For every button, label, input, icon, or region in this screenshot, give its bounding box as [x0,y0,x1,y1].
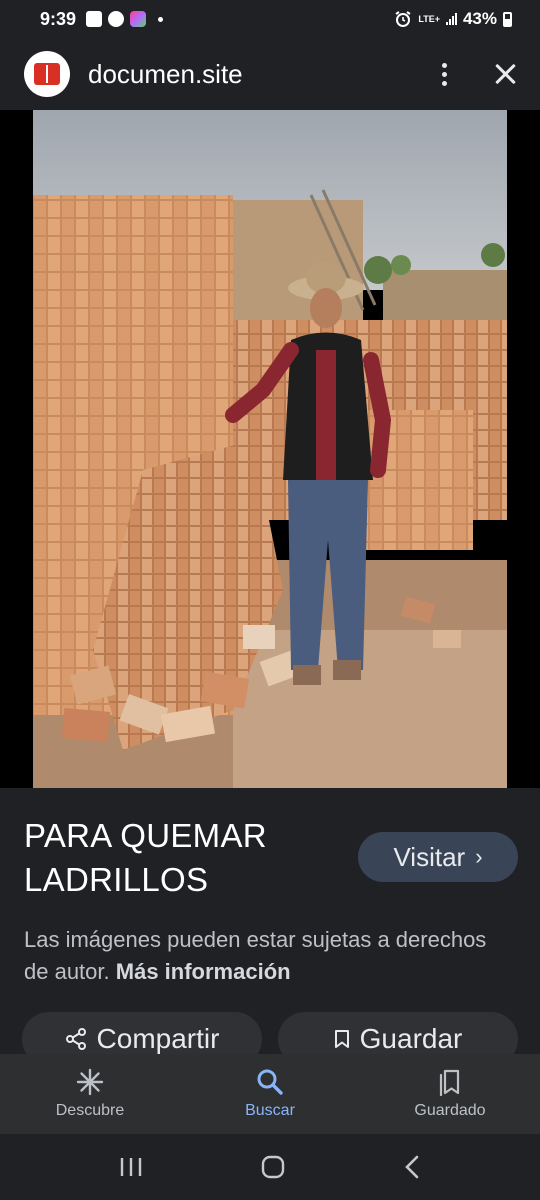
app-notification-icon [130,11,147,27]
more-notifications-icon [158,16,164,22]
more-options-icon[interactable] [434,62,454,86]
collections-icon [439,1069,460,1096]
nav-search-label: Buscar [245,1102,295,1119]
image-info-panel: PARA QUEMAR LADRILLOS Visitar › Las imág… [0,788,540,1066]
asterisk-icon [76,1068,104,1096]
visit-label: Visitar [393,841,466,872]
site-favicon [24,51,70,97]
gallery-icon [86,11,103,27]
battery-icon [503,11,512,27]
save-label: Guardar [359,1023,463,1054]
battery-percent: 43% [462,9,497,28]
alarm-icon [395,11,411,27]
network-type: LTE+ [418,13,440,24]
bookmark-icon [334,1030,349,1048]
whatsapp-icon [108,11,125,27]
nav-search[interactable]: Buscar [180,1054,360,1134]
status-time: 9:39 [40,8,77,29]
status-bar: 9:39 LTE+ 43% [0,0,540,38]
notification-icons [86,11,164,27]
home-icon[interactable] [261,1155,285,1179]
image-preview-area [0,110,540,876]
share-label: Compartir [96,1023,220,1054]
share-icon [65,1028,86,1050]
visit-button[interactable]: Visitar › [358,832,518,882]
book-icon [34,63,60,85]
signal-icon [445,13,457,25]
close-icon[interactable] [494,63,516,85]
preview-photo[interactable] [33,110,507,788]
back-icon[interactable] [403,1155,421,1179]
search-icon [257,1069,283,1095]
status-right: LTE+ 43% [394,9,512,29]
nav-saved[interactable]: Guardado [360,1054,540,1134]
nav-discover-label: Descubre [55,1102,125,1119]
more-info-link[interactable]: Más información [116,959,291,984]
site-name[interactable]: documen.site [88,59,243,90]
copyright-notice: Las imágenes pueden estar sujetas a dere… [24,924,504,988]
system-navigation-bar [0,1134,540,1200]
nav-saved-label: Guardado [414,1102,486,1119]
recent-apps-icon[interactable] [119,1156,143,1178]
nav-discover[interactable]: Descubre [0,1054,180,1134]
bottom-navigation: Descubre Buscar Guardado [0,1054,540,1134]
brick-photo-illustration [33,110,507,788]
image-viewer-header: documen.site [0,38,540,110]
image-title: PARA QUEMAR LADRILLOS [24,817,267,898]
chevron-right-icon: › [475,844,483,869]
